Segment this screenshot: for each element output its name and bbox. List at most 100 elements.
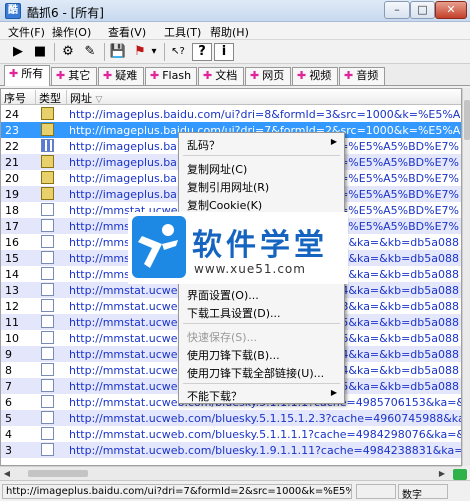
network-icon[interactable]: ⚙ — [58, 42, 78, 62]
file-type-icon — [41, 379, 54, 392]
horizontal-scrollbar[interactable]: ◀ ▶ — [0, 466, 462, 480]
scroll-left-icon[interactable]: ◀ — [1, 468, 13, 479]
table-row[interactable]: 3 http://mmstat.ucweb.com/bluesky.1.9.1.1… — [1, 442, 461, 458]
file-type-icon — [41, 187, 54, 200]
row-url: http://imageplus.ba — [69, 156, 177, 169]
row-number: 5 — [5, 412, 12, 425]
toolbar-separator — [54, 43, 55, 61]
help-icon[interactable]: ? — [192, 43, 212, 61]
status-url: http://imageplus.baidu.com/ui?dri=7&form… — [2, 484, 352, 499]
stop-icon[interactable]: ■ — [30, 42, 50, 62]
menu-view[interactable]: 查看(V) — [108, 24, 146, 40]
flag-icon[interactable]: ⚑ — [130, 42, 150, 62]
file-type-icon — [41, 411, 54, 424]
tray-status-icon — [453, 469, 467, 480]
save-icon[interactable]: 💾 — [108, 42, 128, 62]
file-type-icon — [41, 203, 54, 216]
row-url-fragment: k=%E5%A5%BD%E7% — [332, 188, 459, 201]
table-row[interactable]: 5 http://mmstat.ucweb.com/bluesky.5.1.15.… — [1, 410, 461, 426]
column-header-url-label: 网址 — [70, 92, 92, 105]
tab-label: 疑难 — [115, 69, 138, 82]
ctx-copy-url[interactable]: 复制网址(C) — [187, 161, 247, 177]
ctx-quick-save[interactable]: 快速保存(S)... — [187, 329, 257, 345]
row-url-fragment: k=%E5%A5%BD%E7% — [332, 220, 459, 233]
play-icon[interactable]: ▶ — [8, 42, 28, 62]
row-url-fragment: 53&ka=&kb=db5a088 — [334, 268, 459, 281]
watermark-mark-icon — [132, 216, 186, 278]
maximize-button[interactable]: □ — [410, 1, 435, 19]
column-header-type[interactable]: 类型 — [36, 90, 67, 105]
dropdown-icon[interactable]: ▾ — [148, 42, 160, 62]
tab-webpage[interactable]: ✚ 网页 — [245, 67, 291, 85]
ctx-blade-download-all[interactable]: 使用刀锋下载全部链接(U)... — [187, 365, 324, 381]
row-number: 19 — [5, 188, 19, 201]
file-type-icon — [41, 155, 54, 168]
tab-audio[interactable]: ✚ 音频 — [339, 67, 385, 85]
file-type-icon — [41, 427, 54, 440]
ctx-download-tool-settings[interactable]: 下载工具设置(D)... — [187, 305, 281, 321]
menu-operate[interactable]: 操作(O) — [52, 24, 91, 40]
file-type-icon — [41, 235, 54, 248]
cursor-help-icon[interactable]: ↖? — [168, 42, 188, 62]
vertical-scrollbar[interactable] — [462, 88, 470, 466]
file-type-icon — [41, 443, 54, 456]
tab-label: 音频 — [356, 69, 379, 82]
row-url-fragment: &ka=&kb=db5a088 — [348, 236, 459, 249]
menu-tools[interactable]: 工具(T) — [164, 24, 201, 40]
file-type-icon — [41, 251, 54, 264]
tab-other[interactable]: ✚ 其它 — [51, 67, 97, 85]
tab-all[interactable]: ✚ 所有 — [4, 65, 50, 86]
info-icon[interactable]: i — [214, 43, 234, 61]
row-url-fragment: k=%E5%A5%BD%E7% — [332, 204, 459, 217]
highlighter-icon[interactable]: ✎ — [80, 42, 100, 62]
row-number: 23 — [5, 124, 19, 137]
column-header-no[interactable]: 序号 — [1, 90, 36, 105]
ctx-cannot-download[interactable]: 不能下载？ ▶ — [187, 388, 337, 404]
menu-file[interactable]: 文件(F) — [8, 24, 45, 40]
ctx-label: 不能下载？ — [187, 390, 242, 403]
tab-video[interactable]: ✚ 视频 — [292, 67, 338, 85]
watermark-logo: 软件学堂 www.xue51.com — [128, 212, 348, 284]
row-url: http://imageplus.ba — [69, 140, 177, 153]
table-row[interactable]: 4 http://mmstat.ucweb.com/bluesky.5.1.1.1… — [1, 426, 461, 442]
menu-help[interactable]: 帮助(H) — [210, 24, 249, 40]
tab-flash[interactable]: ✚ Flash — [145, 67, 197, 85]
row-url: http://imageplus.ba — [69, 172, 177, 185]
row-number: 4 — [5, 428, 12, 441]
row-url: http://mmstat.ucweb.com/bluesky.1.9.1.1.… — [69, 444, 461, 457]
scroll-right-icon[interactable]: ▶ — [436, 468, 448, 479]
toolbar: ▶ ■ ⚙ ✎ 💾 ⚑ ▾ ↖? ? i — [0, 40, 470, 64]
row-number: 16 — [5, 236, 19, 249]
row-number: 9 — [5, 348, 12, 361]
file-type-icon — [41, 219, 54, 232]
ctx-ui-settings[interactable]: 界面设置(O)... — [187, 287, 259, 303]
file-type-icon — [41, 139, 54, 152]
ctx-copy-referer[interactable]: 复制引用网址(R) — [187, 179, 269, 195]
row-url: http://mmstat.ucweb — [69, 300, 185, 313]
close-button[interactable]: ✕ — [435, 1, 467, 19]
row-url-fragment: 656&ka=&kb=db5a088 — [327, 332, 459, 345]
row-number: 15 — [5, 252, 19, 265]
horizontal-scroll-thumb[interactable] — [28, 470, 88, 477]
tab-difficult[interactable]: ✚ 疑难 — [98, 67, 144, 85]
tab-document[interactable]: ✚ 文档 — [198, 67, 244, 85]
tab-icon: ✚ — [344, 69, 354, 82]
row-number: 10 — [5, 332, 19, 345]
table-row[interactable]: 24 http://imageplus.baidu.com/ui?dri=8&fo… — [1, 106, 461, 122]
ctx-copy-cookie[interactable]: 复制Cookie(K) — [187, 197, 262, 213]
row-url: http://mmstat.ucweb — [69, 316, 185, 329]
column-header-url[interactable]: 网址 ▽ — [67, 90, 461, 105]
title-bar: 酷 酷抓6 - [所有] – □ ✕ — [0, 0, 470, 22]
ctx-garbled[interactable]: 乱码？ ▶ — [187, 137, 337, 153]
row-url-fragment: k=%E5%A5%BD%E7% — [332, 156, 459, 169]
watermark-title: 软件学堂 — [192, 228, 328, 263]
row-number: 7 — [5, 380, 12, 393]
row-url: http://imageplus.ba — [69, 188, 177, 201]
tab-icon: ✚ — [297, 69, 307, 82]
menu-separator — [183, 323, 340, 324]
file-type-icon — [41, 283, 54, 296]
file-type-icon — [41, 107, 54, 120]
vertical-scroll-thumb[interactable] — [464, 100, 470, 140]
ctx-blade-download[interactable]: 使用刀锋下载(B)... — [187, 347, 280, 363]
minimize-button[interactable]: – — [384, 1, 410, 19]
